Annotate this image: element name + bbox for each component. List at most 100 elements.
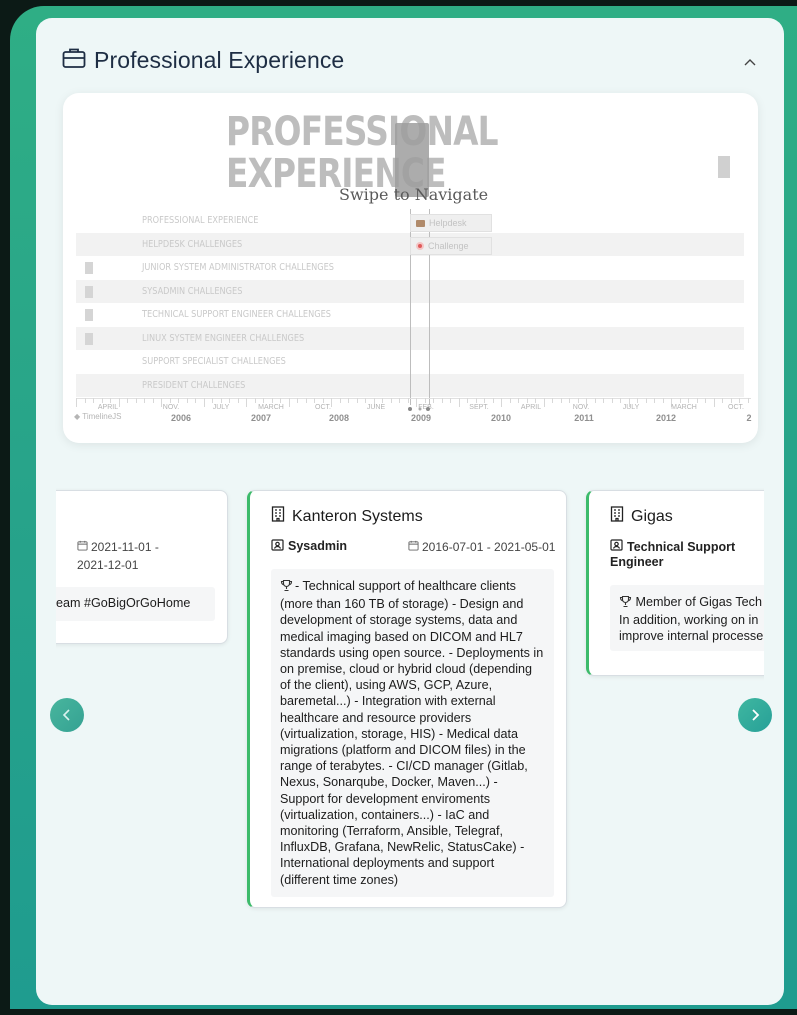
axis-tick xyxy=(348,398,349,403)
axis-tick xyxy=(662,398,664,403)
trophy-icon xyxy=(619,595,632,612)
building-icon xyxy=(610,506,624,527)
axis-year-label: 2010 xyxy=(490,413,512,423)
axis-month-label: APRIL xyxy=(520,404,542,411)
section-header: Professional Experience xyxy=(62,44,344,76)
axis-year-label: 2011 xyxy=(574,413,594,423)
briefcase-icon xyxy=(62,47,86,74)
timeline-event-challenge[interactable]: Challenge xyxy=(410,237,492,255)
card-role: Technical Support Engineer xyxy=(610,539,736,569)
axis-tick xyxy=(331,398,332,407)
collapse-button[interactable] xyxy=(742,54,758,70)
timeline-title: PROFESSIONAL EXPERIENCE xyxy=(226,109,499,197)
axis-tick xyxy=(254,398,256,403)
axis-month-label: OCT. xyxy=(728,404,744,411)
axis-tick xyxy=(220,398,222,403)
axis-month-label: OCT. xyxy=(315,404,331,411)
experience-carousel[interactable]: 2021-11-01 - 2021-12-01 eam #GoBigOrGoHo… xyxy=(56,488,764,918)
card-dates: 2016-07-01 - 2021-05-01 xyxy=(408,540,555,554)
calendar-icon xyxy=(408,540,419,554)
axis-tick xyxy=(382,398,383,403)
axis-tick xyxy=(603,398,604,403)
axis-tick xyxy=(611,398,613,403)
carousel-prev-button[interactable] xyxy=(50,698,84,732)
axis-tick xyxy=(399,398,400,403)
card-company: Gigas xyxy=(610,506,673,527)
axis-tick xyxy=(297,398,298,403)
axis-tick xyxy=(730,398,732,403)
axis-tick xyxy=(518,398,519,403)
axis-tick xyxy=(484,398,485,403)
axis-tick xyxy=(322,398,324,403)
axis-tick xyxy=(127,398,128,403)
axis-month-label: NOV. xyxy=(572,404,590,411)
card-description: eam #GoBigOrGoHome xyxy=(56,587,215,621)
experience-card-next[interactable]: Gigas Technical Support Engineer Member … xyxy=(586,490,764,676)
axis-tick xyxy=(543,398,545,407)
section-title: Professional Experience xyxy=(94,46,345,73)
axis-tick xyxy=(552,398,553,403)
axis-tick xyxy=(365,398,366,403)
experience-card-active[interactable]: Kanteron Systems Sysadmin 2016-07-01 - 2… xyxy=(247,490,567,908)
chevron-up-icon xyxy=(744,59,756,66)
axis-tick xyxy=(637,398,638,403)
axis-tick xyxy=(679,398,681,403)
axis-tick xyxy=(492,398,494,403)
axis-tick xyxy=(569,398,570,403)
card-company: Kanteron Systems xyxy=(271,506,423,527)
carousel-next-button[interactable] xyxy=(738,698,772,732)
axis-tick xyxy=(212,398,213,403)
axis-tick xyxy=(229,398,230,403)
axis-tick xyxy=(535,398,536,403)
axis-tick xyxy=(450,398,451,403)
axis-year-label: 2007 xyxy=(250,413,272,423)
axis-tick xyxy=(433,398,434,403)
axis-tick xyxy=(620,398,621,403)
axis-tick xyxy=(688,398,689,403)
axis-tick xyxy=(305,398,307,403)
axis-tick xyxy=(186,398,188,403)
briefcase-icon xyxy=(416,219,425,227)
axis-tick xyxy=(475,398,477,403)
timeline-nav-marker[interactable] xyxy=(718,156,730,178)
axis-tick xyxy=(560,398,562,403)
axis-tick xyxy=(594,398,596,403)
axis-tick xyxy=(135,398,137,403)
axis-tick xyxy=(246,398,247,407)
timeline-position-dots xyxy=(408,399,432,411)
axis-tick xyxy=(237,398,239,403)
timeline-embed[interactable]: PROFESSIONAL EXPERIENCE Swipe to Navigat… xyxy=(63,93,758,443)
axis-tick xyxy=(441,398,443,403)
axis-tick xyxy=(152,398,154,403)
axis-tick xyxy=(696,398,698,403)
axis-tick xyxy=(288,398,290,407)
axis-tick xyxy=(467,398,468,403)
axis-tick xyxy=(339,398,341,403)
axis-year-label: 2006 xyxy=(170,413,192,423)
axis-tick xyxy=(76,398,77,407)
row-marker xyxy=(85,332,93,345)
axis-tick xyxy=(390,398,392,403)
axis-year-label: 2012 xyxy=(655,413,677,423)
axis-tick xyxy=(101,398,103,403)
axis-tick xyxy=(178,398,179,403)
axis-tick xyxy=(526,398,528,403)
axis-tick xyxy=(509,398,511,403)
axis-tick xyxy=(110,398,111,403)
axis-tick xyxy=(747,398,749,403)
axis-month-label: MARCH xyxy=(258,404,284,411)
axis-tick xyxy=(458,398,460,407)
axis-tick xyxy=(93,398,94,403)
timeline-event-helpdesk[interactable]: Helpdesk xyxy=(410,214,492,232)
axis-tick xyxy=(169,398,171,403)
axis-year-label: 2009 xyxy=(410,413,432,423)
axis-tick xyxy=(713,398,715,407)
swipe-hint: Swipe to Navigate xyxy=(339,185,489,204)
axis-month-label: JUNE xyxy=(366,404,386,411)
axis-month-label: JULY xyxy=(622,404,640,411)
timelinejs-brand[interactable]: ◆ TimelineJS xyxy=(74,412,122,421)
axis-tick xyxy=(271,398,273,403)
experience-card-prev[interactable]: 2021-11-01 - 2021-12-01 eam #GoBigOrGoHo… xyxy=(56,490,228,644)
axis-tick xyxy=(280,398,281,403)
axis-tick xyxy=(203,398,205,407)
